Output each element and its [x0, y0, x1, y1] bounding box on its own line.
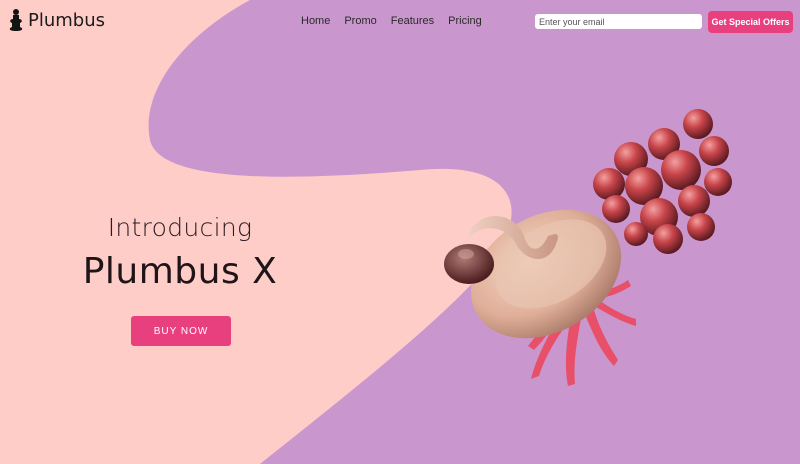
nav-features[interactable]: Features	[391, 15, 434, 27]
brand-name: Plumbus	[28, 9, 106, 31]
plumbus-silhouette-icon	[9, 9, 23, 31]
buy-now-button[interactable]: BUY NOW	[131, 316, 231, 346]
plumbus-product-image	[444, 109, 732, 386]
get-special-offers-button[interactable]: Get Special Offers	[708, 11, 793, 33]
main-nav: Home Promo Features Pricing	[301, 15, 482, 27]
nav-home[interactable]: Home	[301, 15, 330, 27]
brand-logo[interactable]: Plumbus	[6, 8, 105, 32]
hero-title: Plumbus X	[82, 251, 278, 292]
nav-pricing[interactable]: Pricing	[448, 15, 482, 27]
nav-promo[interactable]: Promo	[344, 15, 376, 27]
hero-intro: Introducing	[107, 213, 253, 242]
email-input[interactable]	[535, 14, 702, 29]
